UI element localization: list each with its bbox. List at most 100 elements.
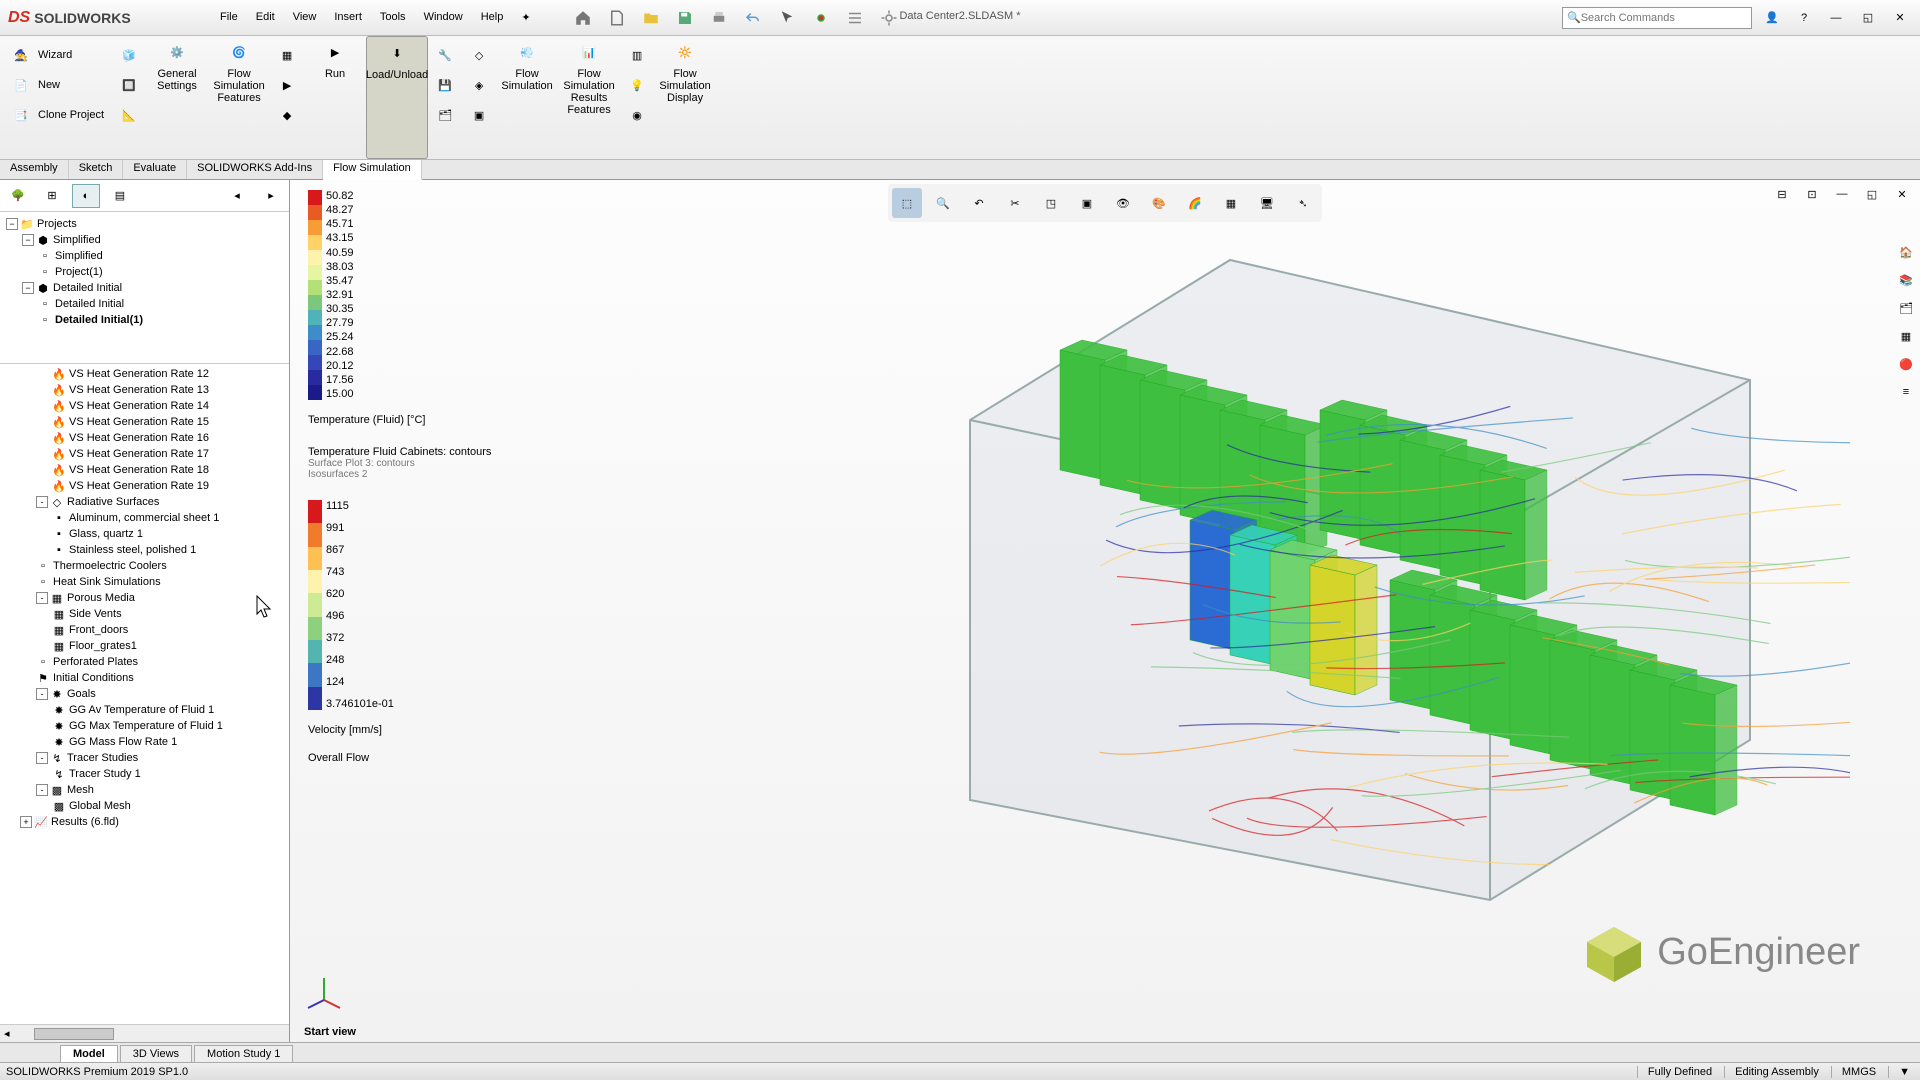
undo-icon[interactable] <box>739 6 767 30</box>
menu-star-icon[interactable]: ✦ <box>513 7 538 28</box>
menu-tools[interactable]: Tools <box>372 7 414 28</box>
minimize-icon[interactable]: — <box>1824 8 1848 28</box>
tree-item[interactable]: +📈Results (6.fld) <box>2 814 287 830</box>
misc-icon-4[interactable]: ▦ <box>274 42 300 68</box>
misc-icon-2[interactable]: 🔲 <box>116 72 142 98</box>
rail-view-palette-icon[interactable]: ▦ <box>1894 324 1918 348</box>
tree-toggle-icon[interactable]: - <box>36 784 48 796</box>
tree-item[interactable]: ▫ Simplified <box>4 248 285 264</box>
tab-assembly[interactable]: Assembly <box>0 160 69 179</box>
tree-item[interactable]: ✸GG Mass Flow Rate 1 <box>2 734 287 750</box>
wizard-label[interactable]: Wizard <box>38 49 72 61</box>
flow-simulation-button[interactable]: 💨 Flow Simulation <box>496 36 558 159</box>
rail-explorer-icon[interactable]: 🗂 <box>1894 296 1918 320</box>
tree-toggle-icon[interactable]: - <box>36 496 48 508</box>
load-unload-button[interactable]: ⬇ Load/Unload <box>366 36 428 159</box>
rail-appearance-icon[interactable]: 🔴 <box>1894 352 1918 376</box>
settings-icon[interactable] <box>875 6 903 30</box>
panel-tab-property-icon[interactable]: ⊞ <box>38 184 66 208</box>
tree-item[interactable]: 🔥VS Heat Generation Rate 17 <box>2 446 287 462</box>
rebuild-icon[interactable] <box>807 6 835 30</box>
panel-nav-prev-icon[interactable]: ◂ <box>223 184 251 208</box>
tree-item[interactable]: -✸Goals <box>2 686 287 702</box>
misc-icon-9[interactable]: 🗂 <box>432 102 458 128</box>
tree-item[interactable]: ▦Floor_grates1 <box>2 638 287 654</box>
legend-temperature[interactable]: 50.8248.2745.7143.1540.5938.0335.4732.91… <box>308 190 354 400</box>
tab-model[interactable]: Model <box>60 1045 118 1062</box>
panel-tab-config-icon[interactable]: ◐ <box>72 184 100 208</box>
misc-icon-14[interactable]: 💡 <box>624 72 650 98</box>
zoom-area-icon[interactable]: 🔍 <box>928 188 958 218</box>
graphics-viewport[interactable]: ⬚ 🔍 ↶ ✂ ◳ ▣ 👁 🎨 🌈 ▦ 🖥 ➴ ⊟ ⊡ — ◱ ✕ 🏠 📚 🗂 … <box>290 180 1920 1042</box>
tree-item[interactable]: ✸GG Av Temperature of Fluid 1 <box>2 702 287 718</box>
clone-project-icon[interactable]: 📑 <box>8 102 34 128</box>
tree-item[interactable]: 🔥VS Heat Generation Rate 12 <box>2 366 287 382</box>
scrollbar-thumb[interactable] <box>34 1028 114 1040</box>
cfd-model-view[interactable] <box>670 220 1850 960</box>
tree-item[interactable]: -▦Porous Media <box>2 590 287 606</box>
menu-help[interactable]: Help <box>473 7 512 28</box>
tree-item[interactable]: − ⬢ Simplified <box>4 232 285 248</box>
tree-toggle-icon[interactable]: - <box>36 688 48 700</box>
flow-display-button[interactable]: 🔆 Flow Simulation Display <box>654 36 716 159</box>
tree-item[interactable]: 🔥VS Heat Generation Rate 13 <box>2 382 287 398</box>
misc-icon-8[interactable]: 💾 <box>432 72 458 98</box>
tree-item[interactable]: 🔥VS Heat Generation Rate 14 <box>2 398 287 414</box>
misc-icon-1[interactable]: 🧊 <box>116 42 142 68</box>
close-icon[interactable]: ✕ <box>1888 8 1912 28</box>
misc-icon-15[interactable]: ◉ <box>624 102 650 128</box>
panel-nav-next-icon[interactable]: ▸ <box>257 184 285 208</box>
view-orientation-icon[interactable]: ◳ <box>1036 188 1066 218</box>
zoom-fit-icon[interactable]: ⬚ <box>892 188 922 218</box>
panel-tab-feature-tree-icon[interactable]: 🌳 <box>4 184 32 208</box>
misc-icon-7[interactable]: 🔧 <box>432 42 458 68</box>
triad-icon[interactable]: ➴ <box>1288 188 1318 218</box>
clone-label[interactable]: Clone Project <box>38 109 104 121</box>
misc-icon-10[interactable]: ◇ <box>466 42 492 68</box>
new-doc-icon[interactable] <box>603 6 631 30</box>
run-button[interactable]: ▶ Run <box>304 36 366 159</box>
inpage-close-icon[interactable]: ✕ <box>1890 184 1914 204</box>
tree-item[interactable]: ↯Tracer Study 1 <box>2 766 287 782</box>
new-project-icon[interactable]: 📄 <box>8 72 34 98</box>
tree-item[interactable]: ▫Thermoelectric Coolers <box>2 558 287 574</box>
tree-item[interactable]: ✸GG Max Temperature of Fluid 1 <box>2 718 287 734</box>
tree-item[interactable]: ▫Perforated Plates <box>2 654 287 670</box>
menu-file[interactable]: File <box>212 7 246 28</box>
collapse-icon[interactable]: − <box>22 234 34 246</box>
tab-evaluate[interactable]: Evaluate <box>123 160 187 179</box>
tab-addins[interactable]: SOLIDWORKS Add-Ins <box>187 160 323 179</box>
inpage-collapse-icon[interactable]: ⊟ <box>1770 184 1794 204</box>
rail-custom-props-icon[interactable]: ≡ <box>1894 380 1918 404</box>
search-commands[interactable]: 🔍 <box>1562 7 1752 29</box>
help-icon[interactable]: ? <box>1792 8 1816 28</box>
tree-item[interactable]: -◇Radiative Surfaces <box>2 494 287 510</box>
tree-item[interactable]: ▫Heat Sink Simulations <box>2 574 287 590</box>
flow-sim-features-button[interactable]: 🌀 Flow Simulation Features <box>208 36 270 159</box>
menu-window[interactable]: Window <box>416 7 471 28</box>
user-icon[interactable]: 👤 <box>1760 8 1784 28</box>
options-icon[interactable] <box>841 6 869 30</box>
home-icon[interactable] <box>569 6 597 30</box>
legend-velocity[interactable]: 11159918677436204963722481243.746101e-01 <box>308 500 394 710</box>
view-settings-icon[interactable]: ▦ <box>1216 188 1246 218</box>
new-label[interactable]: New <box>38 79 60 91</box>
save-icon[interactable] <box>671 6 699 30</box>
misc-icon-12[interactable]: ▣ <box>466 102 492 128</box>
wizard-icon[interactable]: 🧙 <box>8 42 34 68</box>
tree-item[interactable]: 🔥VS Heat Generation Rate 19 <box>2 478 287 494</box>
tree-item[interactable]: ▫ Detailed Initial <box>4 296 285 312</box>
tab-flow-simulation[interactable]: Flow Simulation <box>323 160 422 180</box>
flow-results-features-button[interactable]: 📊 Flow Simulation Results Features <box>558 36 620 159</box>
prev-view-icon[interactable]: ↶ <box>964 188 994 218</box>
tab-3d-views[interactable]: 3D Views <box>120 1045 192 1062</box>
menu-edit[interactable]: Edit <box>248 7 283 28</box>
rail-library-icon[interactable]: 📚 <box>1894 268 1918 292</box>
collapse-icon[interactable]: − <box>6 218 18 230</box>
collapse-icon[interactable]: − <box>22 282 34 294</box>
misc-icon-6[interactable]: ◆ <box>274 102 300 128</box>
tree-item[interactable]: ▪Glass, quartz 1 <box>2 526 287 542</box>
misc-icon-13[interactable]: ▥ <box>624 42 650 68</box>
select-icon[interactable] <box>773 6 801 30</box>
inpage-min-icon[interactable]: — <box>1830 184 1854 204</box>
